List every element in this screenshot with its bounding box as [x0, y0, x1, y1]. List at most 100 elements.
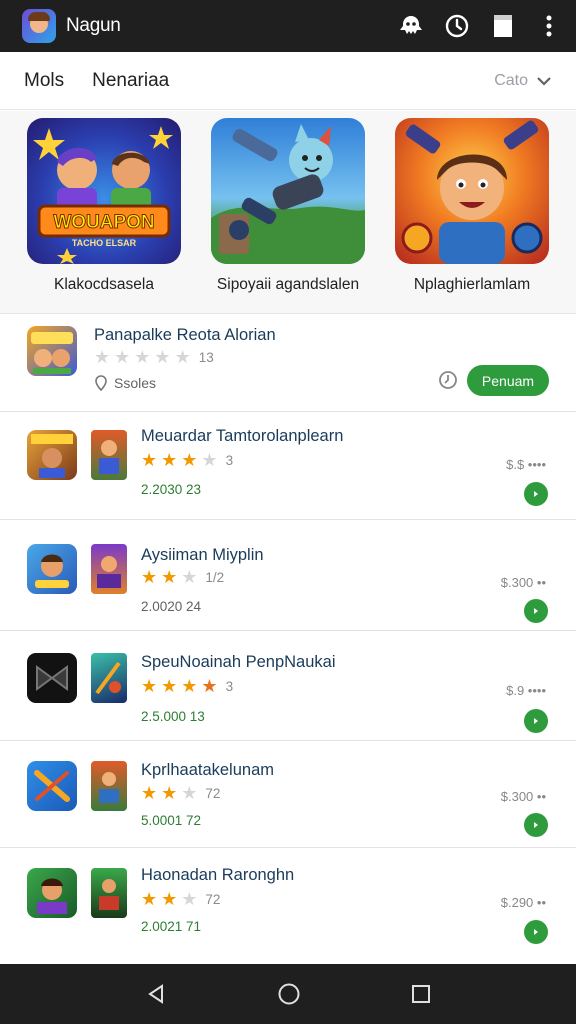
- rating-stars: ★ ★ ★ 72: [141, 784, 220, 802]
- app-title: Nagun: [66, 15, 121, 36]
- app-sub: 5.0001 72: [141, 813, 202, 828]
- app-screenshot: [91, 761, 127, 811]
- star-icon: ★: [161, 889, 178, 909]
- app-price: $.290 ••: [500, 895, 546, 910]
- app-thumbnail: [27, 430, 77, 480]
- app-title: Aysiiman Miyplin: [141, 546, 264, 564]
- app-price: $.$ ••••: [506, 457, 546, 472]
- rating-count: 72: [205, 891, 221, 907]
- app-price: $.300 ••: [500, 575, 546, 590]
- install-button[interactable]: Penuam: [467, 365, 549, 396]
- star-icon: ★: [141, 783, 158, 803]
- sort-dropdown[interactable]: Cato: [494, 72, 552, 90]
- app-sub: 2.2030 23: [141, 482, 202, 497]
- star-icon: ★: [181, 676, 198, 696]
- location-pin-icon: [95, 375, 107, 391]
- star-icon: ★: [94, 347, 111, 367]
- top-actions: [398, 13, 562, 39]
- featured-name: Klakocdsasela: [54, 276, 154, 293]
- app-title: Haonadan Raronghn: [141, 866, 295, 884]
- featured-name: Nplaghierlamlam: [413, 276, 531, 293]
- featured-card[interactable]: WOUAPON TACHO ELSAR Klakocdsasela: [27, 118, 181, 294]
- history-icon[interactable]: [438, 370, 458, 390]
- list-item[interactable]: Panapalke Reota Alorian ★ ★ ★ ★ ★ 13 Sso…: [0, 314, 576, 412]
- app-list: Panapalke Reota Alorian ★ ★ ★ ★ ★ 13 Sso…: [0, 314, 576, 958]
- rating-stars: ★ ★ ★ ★ 3: [141, 677, 233, 695]
- list-item[interactable]: Meuardar Tamtorolanplearn ★ ★ ★ ★ 3 2.20…: [0, 412, 576, 520]
- star-icon: ★: [181, 889, 198, 909]
- rating-count: 13: [198, 349, 214, 365]
- featured-carousel: WOUAPON TACHO ELSAR Klakocdsasela Sipoya…: [0, 111, 576, 314]
- star-icon: ★: [181, 450, 198, 470]
- home-icon[interactable]: [277, 982, 301, 1006]
- open-button[interactable]: [524, 599, 548, 623]
- app-screenshot: [91, 868, 127, 918]
- clock-icon[interactable]: [444, 13, 470, 39]
- star-icon: ★: [141, 676, 158, 696]
- star-icon: ★: [141, 450, 158, 470]
- star-icon: ★: [141, 567, 158, 587]
- featured-art: [395, 118, 549, 264]
- app-logo-icon[interactable]: [22, 9, 56, 43]
- rating-count: 72: [205, 785, 221, 801]
- rating-stars: ★ ★ ★ ★ ★ 13: [94, 348, 214, 366]
- location-label: Ssoles: [114, 375, 157, 391]
- recents-icon[interactable]: [411, 984, 431, 1004]
- play-icon: [534, 718, 538, 724]
- app-thumbnail: [27, 868, 77, 918]
- play-icon: [534, 929, 538, 935]
- tab-nenariaa[interactable]: Nenariaa: [92, 70, 169, 92]
- app-sub: 2.0021 71: [141, 919, 202, 934]
- tab-mols[interactable]: Mols: [24, 70, 64, 92]
- star-icon: ★: [134, 347, 151, 367]
- app-screenshot: [91, 544, 127, 594]
- app-sub: 2.0020 24: [141, 599, 202, 614]
- app-screen: Nagun Mols Nenariaa Cato WOUAPON TACHO E…: [0, 0, 576, 1024]
- app-price: $.9 ••••: [506, 683, 546, 698]
- rating-count: 1/2: [205, 569, 225, 585]
- star-icon: ★: [181, 783, 198, 803]
- tabs-bar: Mols Nenariaa Cato: [0, 52, 576, 110]
- play-icon: [534, 608, 538, 614]
- ghost-icon[interactable]: [398, 13, 424, 39]
- app-screenshot: [91, 430, 127, 480]
- star-icon: ★: [161, 676, 178, 696]
- app-title: Panapalke Reota Alorian: [94, 326, 276, 344]
- open-button[interactable]: [524, 813, 548, 837]
- sort-label: Cato: [494, 71, 528, 89]
- star-icon: ★: [141, 889, 158, 909]
- featured-art-subtitle: TACHO ELSAR: [72, 238, 137, 248]
- star-icon: ★: [161, 783, 178, 803]
- more-vert-icon[interactable]: [536, 13, 562, 39]
- star-icon: ★: [174, 347, 191, 367]
- app-thumbnail: [27, 653, 77, 703]
- featured-card[interactable]: Nplaghierlamlam: [395, 118, 549, 294]
- document-icon[interactable]: [490, 13, 516, 39]
- open-button[interactable]: [524, 482, 548, 506]
- app-price: $.300 ••: [500, 789, 546, 804]
- app-sub: 2.5.000 13: [141, 709, 205, 724]
- featured-art: [211, 118, 365, 264]
- featured-art: WOUAPON TACHO ELSAR: [27, 118, 181, 264]
- rating-count: 3: [225, 678, 234, 694]
- app-title: Meuardar Tamtorolanplearn: [141, 427, 344, 445]
- list-item[interactable]: Haonadan Raronghn ★ ★ ★ 72 2.0021 71 $.2…: [0, 848, 576, 958]
- list-item[interactable]: SpeuNoainah PenpNaukai ★ ★ ★ ★ 3 2.5.000…: [0, 631, 576, 741]
- list-item[interactable]: Aysiiman Miyplin ★ ★ ★ 1/2 2.0020 24 $.3…: [0, 520, 576, 631]
- list-item[interactable]: Kprlhaatakelunam ★ ★ ★ 72 5.0001 72 $.30…: [0, 741, 576, 848]
- open-button[interactable]: [524, 709, 548, 733]
- star-icon: ★: [161, 567, 178, 587]
- star-icon: ★: [114, 347, 131, 367]
- star-icon: ★: [201, 676, 218, 696]
- play-icon: [534, 491, 538, 497]
- featured-card[interactable]: Sipoyaii agandslalen: [211, 118, 365, 294]
- open-button[interactable]: [524, 920, 548, 944]
- app-title: SpeuNoainah PenpNaukai: [141, 653, 336, 671]
- system-nav-bar: [0, 964, 576, 1024]
- location: Ssoles: [94, 375, 156, 391]
- app-thumbnail: [27, 761, 77, 811]
- rating-stars: ★ ★ ★ ★ 3: [141, 451, 233, 469]
- back-icon[interactable]: [145, 983, 167, 1005]
- featured-name: Sipoyaii agandslalen: [216, 276, 360, 293]
- featured-art-title: WOUAPON: [53, 212, 154, 233]
